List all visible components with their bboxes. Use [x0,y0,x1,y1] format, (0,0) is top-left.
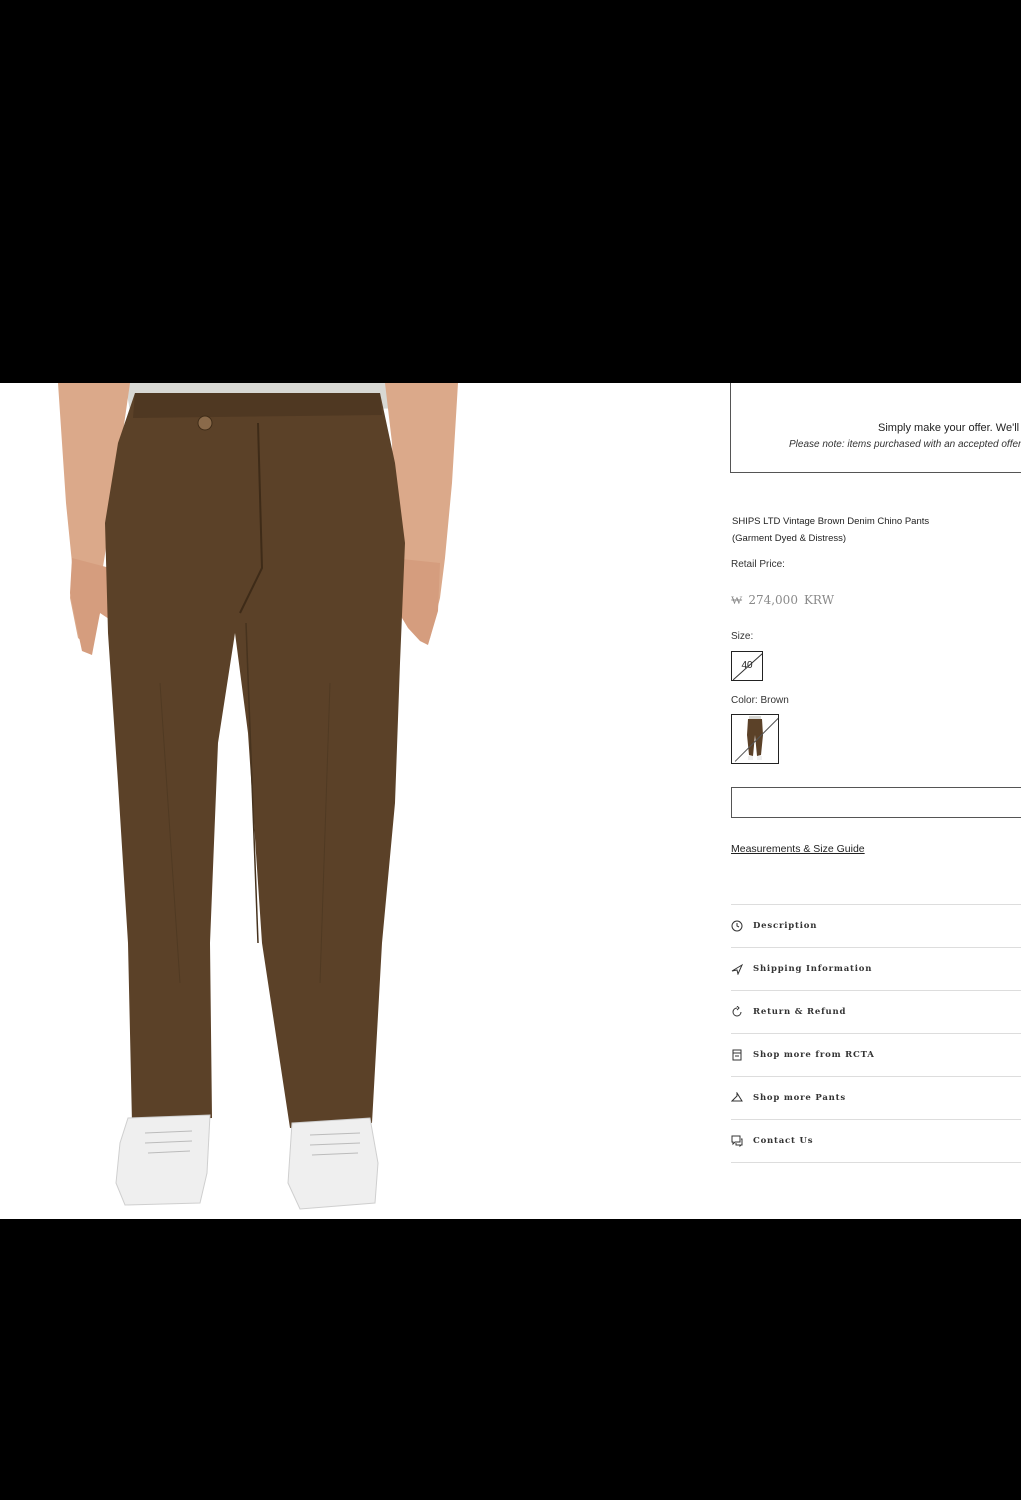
offer-notice-box: Simply make your offer. We'll l Please n… [730,383,1021,473]
refresh-icon [732,1006,742,1017]
size-guide-link[interactable]: Measurements & Size Guide [731,843,865,855]
sold-out-strike [732,652,762,680]
accordion-item-shop-category[interactable]: Shop more Pants [731,1076,1021,1119]
accordion-label: Description [753,921,818,931]
product-page: Simply make your offer. We'll l Please n… [0,383,1021,1219]
offer-message: Simply make your offer. We'll l [878,422,1021,434]
product-photo [58,383,458,1210]
accordion-item-description[interactable]: Description [731,904,1021,947]
chat-icon [731,1135,743,1147]
info-accordion: Description Shipping Information Return … [731,904,1021,1163]
price-currency: KRW [803,593,835,607]
size-option-button[interactable]: 40 [731,651,763,681]
accordion-item-contact[interactable]: Contact Us [731,1119,1021,1163]
accordion-item-return[interactable]: Return & Refund [731,990,1021,1033]
accordion-label: Shop more Pants [753,1093,846,1103]
price-value: 274,000 [748,593,798,607]
price: ₩274,000 KRW [731,593,840,608]
clock-icon [731,920,743,932]
store-icon [732,1049,742,1061]
accordion-label: Return & Refund [753,1007,847,1017]
color-label: Color: Brown [731,695,789,706]
product-title-line1: SHIPS LTD Vintage Brown Denim Chino Pant… [732,516,930,527]
retail-price-label: Retail Price: [731,559,785,570]
accordion-label: Contact Us [753,1136,814,1146]
plane-icon [731,963,743,975]
hanger-icon [731,1092,743,1102]
accordion-label: Shipping Information [753,964,873,974]
size-label: Size: [731,631,754,642]
currency-symbol: ₩ [731,593,743,607]
product-title-line2: (Garment Dyed & Distress) [732,533,847,544]
size-select-dropdown[interactable] [731,787,1021,818]
accordion-label: Shop more from RCTA [753,1050,875,1060]
product-title: SHIPS LTD Vintage Brown Denim Chino Pant… [732,513,992,547]
color-option-brown[interactable] [731,714,779,764]
accordion-item-shipping[interactable]: Shipping Information [731,947,1021,990]
accordion-item-shop-brand[interactable]: Shop more from RCTA [731,1033,1021,1076]
offer-note: Please note: items purchased with an acc… [789,439,1021,450]
